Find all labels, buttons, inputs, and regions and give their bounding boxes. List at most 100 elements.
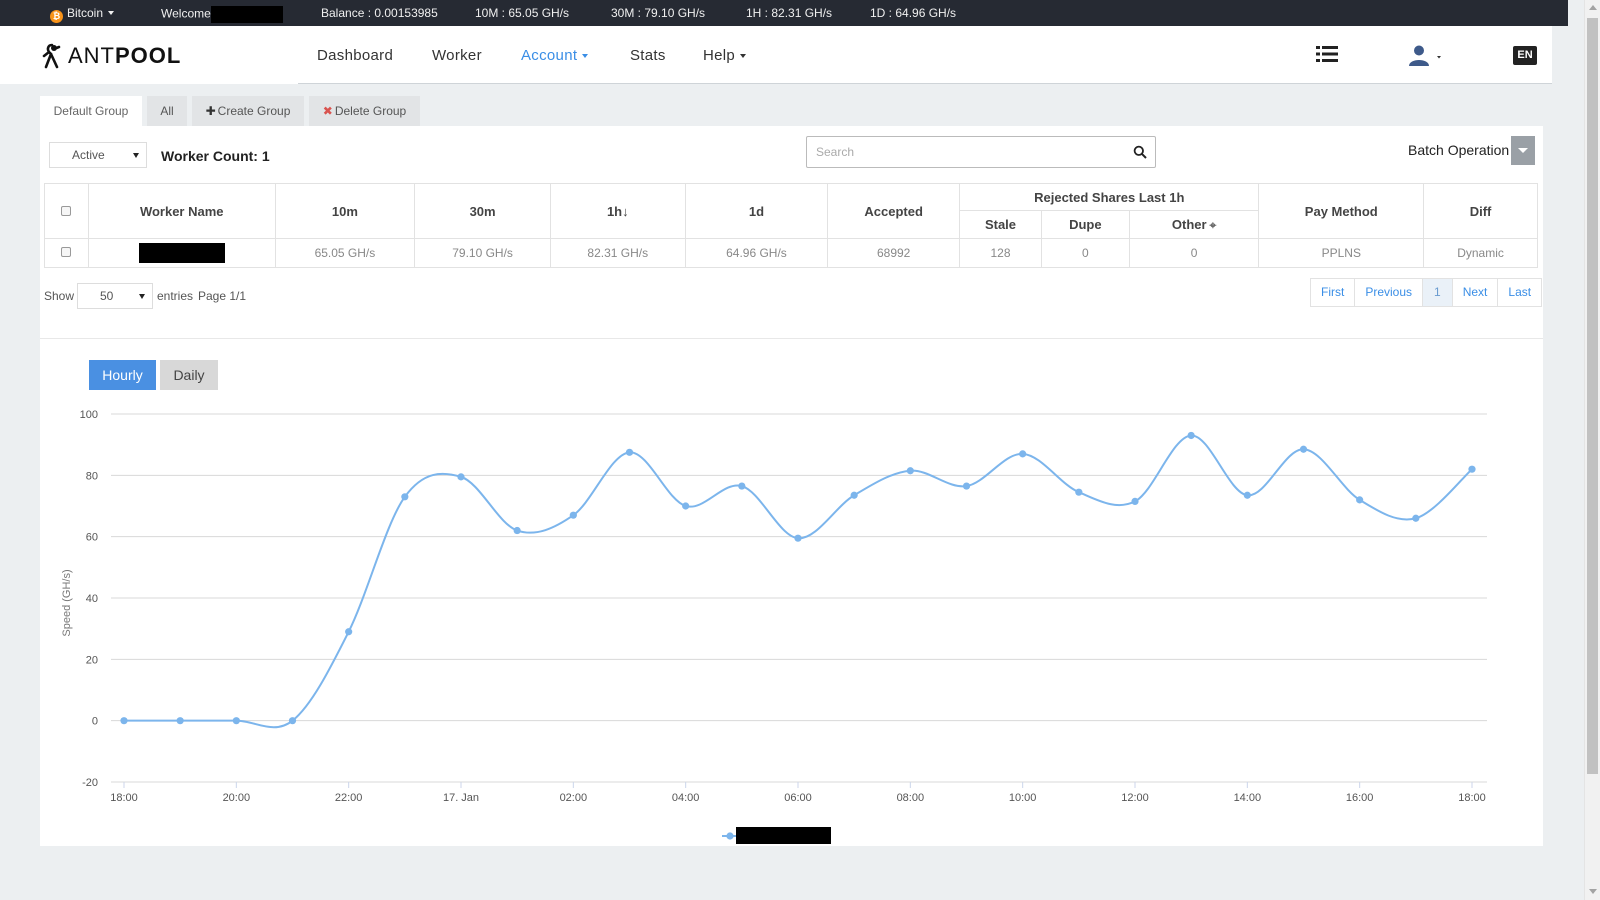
nav-help[interactable]: Help (703, 47, 747, 64)
col-accepted[interactable]: Accepted (827, 183, 961, 239)
cell-pay-method: PPLNS (1258, 238, 1425, 268)
search-input[interactable] (807, 137, 1107, 167)
table-row[interactable]: 65.05 GH/s 79.10 GH/s 82.31 GH/s 64.96 G… (44, 238, 1538, 268)
status-filter-select[interactable]: Active (49, 142, 147, 168)
nav-divider (298, 83, 1552, 84)
scroll-up-icon[interactable] (1589, 5, 1597, 10)
status-filter-value: Active (72, 148, 105, 162)
welcome-label: Welcome (161, 6, 211, 21)
bitcoin-icon: ₿ (50, 10, 63, 23)
col-30m[interactable]: 30m (414, 183, 551, 239)
nav-stats[interactable]: Stats (630, 47, 666, 64)
cell-1d: 64.96 GH/s (684, 238, 829, 268)
section-divider (40, 338, 1543, 339)
cell-1h: 82.31 GH/s (549, 238, 686, 268)
row-select-cell (44, 238, 89, 268)
hashrate-30m: 30M : 79.10 GH/s (611, 6, 706, 20)
tab-all[interactable]: All (147, 96, 187, 126)
cell-stale: 128 (959, 238, 1042, 268)
col-1h[interactable]: 1h↓ (549, 183, 686, 239)
entries-per-page-select[interactable]: 50 (77, 283, 153, 309)
delete-group-label: Delete Group (334, 104, 407, 118)
page-next[interactable]: Next (1451, 279, 1498, 306)
pagination: First Previous 1 Next Last (1310, 278, 1543, 307)
col-1d[interactable]: 1d (684, 183, 829, 239)
tab-hourly[interactable]: Hourly (89, 360, 156, 390)
select-all-checkbox[interactable] (61, 205, 72, 216)
cell-30m: 79.10 GH/s (414, 238, 551, 268)
welcome-text: Welcome (161, 6, 283, 23)
cell-accepted: 68992 (827, 238, 961, 268)
col-pay-method[interactable]: Pay Method (1258, 183, 1425, 239)
col-other[interactable]: Other ⌖ (1128, 210, 1260, 239)
hashrate-1h: 1H : 82.31 GH/s (746, 6, 833, 20)
entries-label: entries (157, 289, 194, 303)
balance-text: Balance : 0.00153985 (321, 6, 438, 20)
col-stale[interactable]: Stale (959, 210, 1042, 239)
chevron-down-icon (108, 11, 115, 15)
nav-account[interactable]: Account (521, 47, 589, 64)
col-group-rejected: Rejected Shares Last 1h (959, 183, 1260, 211)
tab-daily[interactable]: Daily (160, 360, 218, 390)
main-nav: ANTPOOL Dashboard Worker Account Stats H… (0, 26, 1552, 84)
list-menu-icon[interactable] (1316, 45, 1338, 63)
col-10m[interactable]: 10m (274, 183, 416, 239)
search-box (806, 136, 1156, 168)
worker-name-cell[interactable] (87, 238, 276, 268)
dropdown-arrow-icon (133, 153, 139, 158)
nav-worker[interactable]: Worker (432, 47, 482, 64)
page-indicator: Page 1/1 (198, 289, 247, 303)
hashrate-1d: 1D : 64.96 GH/s (870, 6, 957, 20)
logo-text: ANTPOOL (68, 43, 182, 68)
chevron-down-icon (740, 54, 747, 58)
worker-count: Worker Count: 1 (161, 148, 270, 164)
nav-account-label: Account (521, 47, 578, 64)
hashrate-10m: 10M : 65.05 GH/s (475, 6, 570, 20)
user-avatar-icon[interactable] (1408, 44, 1442, 66)
cell-dupe: 0 (1040, 238, 1130, 268)
col-worker-name[interactable]: Worker Name (87, 183, 276, 239)
page-scrollbar[interactable] (1584, 0, 1600, 900)
page-last[interactable]: Last (1497, 279, 1541, 306)
cell-other: 0 (1128, 238, 1260, 268)
antpool-logo[interactable]: ANTPOOL (42, 42, 181, 70)
ant-logo-icon (42, 43, 61, 69)
nav-help-label: Help (703, 47, 736, 64)
crosshair-icon: ⌖ (1209, 217, 1217, 232)
delete-group-button[interactable]: ✖ Delete Group (309, 96, 420, 126)
batch-operation-dropdown-button[interactable] (1511, 136, 1535, 165)
create-group-label: Create Group (217, 104, 291, 118)
select-all-cell (44, 183, 89, 239)
account-status-bar: ₿ Bitcoin Welcome Balance : 0.00153985 10… (0, 0, 1568, 26)
nav-dashboard[interactable]: Dashboard (317, 47, 393, 64)
entries-per-page-value: 50 (100, 289, 114, 303)
scroll-down-icon[interactable] (1589, 889, 1597, 894)
cell-diff: Dynamic (1423, 238, 1538, 268)
sort-down-icon: ↓ (622, 203, 629, 219)
col-other-label: Other (1171, 216, 1207, 232)
cell-10m: 65.05 GH/s (274, 238, 416, 268)
coin-label: Bitcoin (67, 6, 104, 20)
close-icon: ✖ (322, 104, 333, 118)
search-icon[interactable] (1133, 145, 1147, 159)
page-current[interactable]: 1 (1422, 279, 1452, 306)
page-first[interactable]: First (1311, 279, 1354, 306)
language-selector[interactable]: EN (1513, 46, 1537, 65)
create-group-button[interactable]: ✚ Create Group (192, 96, 304, 126)
coin-selector[interactable]: ₿ Bitcoin (50, 6, 115, 23)
page-previous[interactable]: Previous (1354, 279, 1422, 306)
redacted-username (210, 6, 283, 23)
col-1h-label: 1h (606, 203, 623, 219)
row-checkbox[interactable] (61, 247, 72, 257)
plus-icon: ✚ (205, 104, 216, 118)
worker-table: Worker Name 10m 30m 1h↓ 1d Accepted Reje… (44, 183, 1538, 268)
scrollbar-thumb[interactable] (1587, 18, 1598, 774)
redacted-worker-name (138, 243, 225, 263)
tab-default-group[interactable]: Default Group (40, 96, 142, 126)
col-diff[interactable]: Diff (1423, 183, 1538, 239)
show-label: Show (44, 289, 75, 303)
chevron-down-icon (582, 54, 589, 58)
col-dupe[interactable]: Dupe (1040, 210, 1130, 239)
batch-operation-label: Batch Operation (1408, 142, 1510, 158)
dropdown-arrow-icon (139, 294, 145, 299)
